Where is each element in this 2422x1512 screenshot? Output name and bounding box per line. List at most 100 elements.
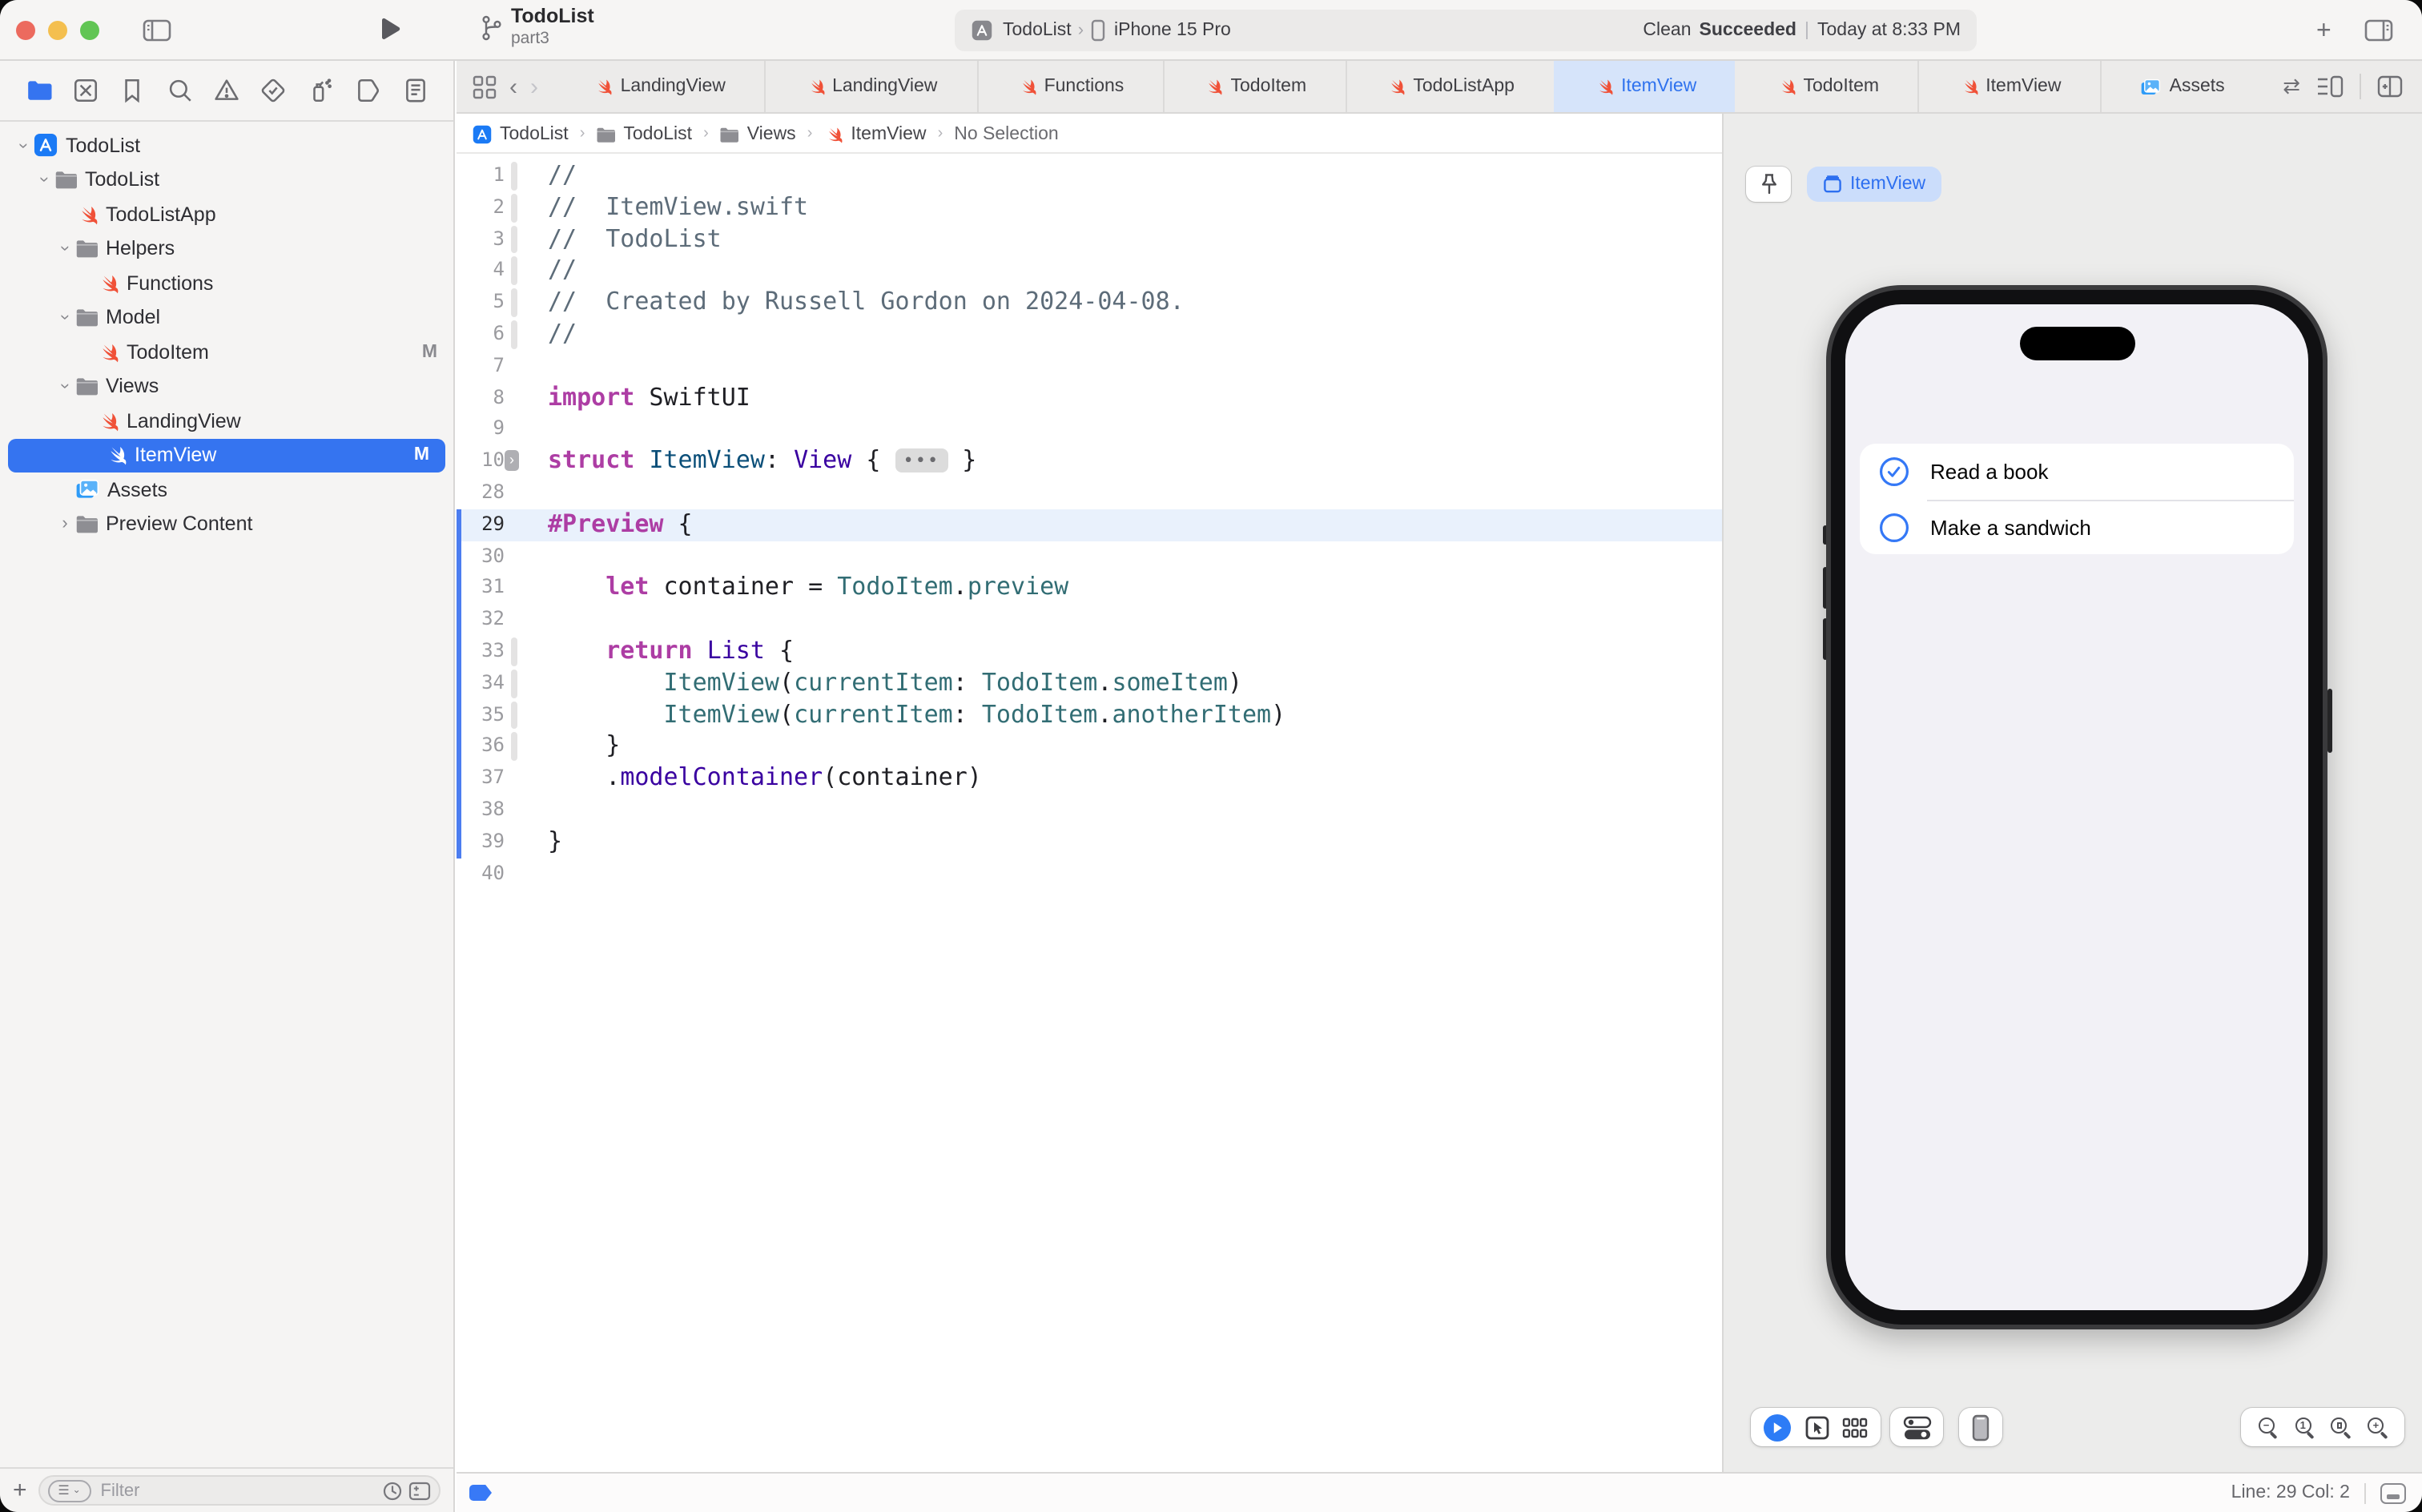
jumpbar-segment-todolist[interactable]: TodoList	[596, 124, 692, 143]
run-button[interactable]	[380, 18, 400, 42]
line-number[interactable]: 6	[457, 319, 505, 351]
sidebar-item-todolistapp[interactable]: TodoListApp	[0, 197, 453, 231]
editor-only-layout-icon[interactable]	[2380, 1482, 2406, 1503]
minimize-window-button[interactable]	[48, 21, 67, 40]
filter-input[interactable]	[97, 1479, 376, 1502]
jumpbar-segment-views[interactable]: Views	[720, 124, 796, 143]
add-file-button[interactable]: +	[13, 1478, 27, 1502]
zoom-window-button[interactable]	[80, 21, 99, 40]
jumpbar-segment-no-selection[interactable]: No Selection	[954, 124, 1058, 143]
scheme-destination[interactable]: iPhone 15 Pro	[1090, 19, 1231, 42]
preview-tab-chip[interactable]: ItemView	[1807, 167, 1942, 202]
go-back-icon[interactable]: ‹	[509, 73, 517, 100]
sidebar-item-landingview[interactable]: LandingView	[0, 404, 453, 438]
line-number[interactable]: 30	[457, 541, 505, 573]
tests-navigator-icon[interactable]	[258, 74, 290, 107]
new-tab-button[interactable]: +	[2316, 18, 2331, 46]
tab-todolistapp[interactable]: TodoListApp	[1345, 61, 1554, 112]
line-number[interactable]: 3	[457, 223, 505, 255]
sidebar-item-assets[interactable]: Assets	[0, 472, 453, 507]
sidebar-item-views[interactable]: › Views	[0, 369, 453, 404]
debug-navigator-icon[interactable]	[305, 74, 337, 107]
tab-landingview[interactable]: LandingView	[554, 61, 765, 112]
disclosure-chevron[interactable]: ›	[54, 515, 75, 534]
scheme-target[interactable]: TodoList	[971, 19, 1072, 42]
code-fold-ellipsis-icon[interactable]: •••	[895, 448, 948, 473]
zoom-100-icon[interactable]: 1	[2295, 1418, 2314, 1439]
tab-todoitem[interactable]: TodoItem	[1736, 61, 1918, 112]
tab-overview-icon[interactable]	[473, 74, 497, 99]
line-number[interactable]: 29	[457, 509, 505, 541]
sidebar-item-todolist[interactable]: › TodoList	[0, 128, 453, 163]
line-number[interactable]: 31	[457, 573, 505, 605]
tab-itemview[interactable]: ItemView	[1553, 61, 1736, 112]
sidebar-item-preview-content[interactable]: › Preview Content	[0, 507, 453, 541]
preview-on-device-button[interactable]	[1959, 1408, 2002, 1446]
unchecked-circle-icon[interactable]	[1879, 513, 1909, 543]
tab-assets[interactable]: Assets	[2100, 61, 2263, 112]
line-number[interactable]: 28	[457, 477, 505, 509]
close-window-button[interactable]	[16, 21, 35, 40]
source-editor[interactable]: 1 // 2 // ItemView.swift 3 // TodoList 4 // 5 // …	[457, 155, 1722, 1472]
scm-filter-icon[interactable]	[408, 1481, 431, 1500]
line-number[interactable]: 8	[457, 382, 505, 414]
find-navigator-icon[interactable]	[163, 74, 195, 107]
line-number[interactable]: 9	[457, 414, 505, 446]
line-number[interactable]: 34	[457, 668, 505, 700]
go-forward-icon[interactable]: ›	[530, 73, 538, 100]
sidebar-item-model[interactable]: › Model	[0, 300, 453, 335]
line-number[interactable]: 36	[457, 731, 505, 763]
live-preview-button[interactable]	[1764, 1413, 1792, 1441]
editor-layout-icon[interactable]	[2316, 75, 2344, 98]
recent-files-icon[interactable]	[383, 1481, 402, 1500]
filter-field[interactable]: ☰ ⌄	[38, 1475, 441, 1506]
project-navigator-icon[interactable]	[22, 74, 54, 107]
disclosure-chevron[interactable]: ›	[55, 376, 74, 397]
filter-options-icon[interactable]: ☰ ⌄	[47, 1479, 91, 1502]
tab-todoitem[interactable]: TodoItem	[1162, 61, 1346, 112]
add-editor-icon[interactable]	[2377, 75, 2403, 98]
activity-status[interactable]: Clean Succeeded | Today at 8:33 PM	[1643, 21, 1961, 40]
sidebar-item-itemview[interactable]: ItemView M	[8, 438, 445, 472]
adjust-editor-options-icon[interactable]: ⇄	[2283, 74, 2300, 99]
checked-circle-icon[interactable]	[1879, 456, 1909, 487]
disclosure-chevron[interactable]: ›	[55, 308, 74, 328]
toggle-navigator-sidebar-icon[interactable]	[143, 19, 171, 42]
jump-bar[interactable]: TodoList › TodoList › Views › ItemView › No Sele…	[457, 115, 1722, 154]
line-number[interactable]: 2	[457, 192, 505, 224]
sidebar-item-todolist[interactable]: › TodoList	[0, 163, 453, 197]
tab-itemview[interactable]: ItemView	[1917, 61, 2100, 112]
line-number[interactable]: 1	[457, 160, 505, 192]
line-number[interactable]: 39	[457, 826, 505, 858]
device-settings-button[interactable]	[1890, 1408, 1943, 1446]
issues-navigator-icon[interactable]	[211, 74, 243, 107]
source-control-navigator-icon[interactable]	[70, 74, 102, 107]
zoom-out-icon[interactable]: −	[2258, 1418, 2278, 1439]
line-number[interactable]: 33	[457, 636, 505, 668]
line-number[interactable]: 10	[457, 445, 505, 477]
line-number[interactable]: 35	[457, 699, 505, 731]
sidebar-item-todoitem[interactable]: TodoItem M	[0, 335, 453, 369]
jumpbar-segment-todolist[interactable]: TodoList	[473, 124, 569, 143]
bookmarks-navigator-icon[interactable]	[117, 74, 149, 107]
disclosure-chevron[interactable]: ›	[55, 239, 74, 259]
pin-preview-button[interactable]	[1746, 167, 1791, 202]
toggle-inspector-sidebar-icon[interactable]	[2364, 19, 2393, 42]
zoom-in-icon[interactable]: +	[2368, 1418, 2388, 1439]
line-number[interactable]: 32	[457, 604, 505, 636]
selectable-mode-button[interactable]	[1804, 1415, 1829, 1439]
sidebar-item-functions[interactable]: Functions	[0, 266, 453, 300]
zoom-fit-icon[interactable]	[2331, 1418, 2351, 1439]
line-number[interactable]: 40	[457, 858, 505, 890]
tab-landingview[interactable]: LandingView	[764, 61, 977, 112]
disclosure-chevron[interactable]: ›	[34, 170, 54, 191]
breakpoints-navigator-icon[interactable]	[352, 74, 384, 107]
reports-navigator-icon[interactable]	[399, 74, 431, 107]
line-number[interactable]: 4	[457, 255, 505, 288]
variants-mode-button[interactable]	[1842, 1417, 1868, 1438]
fold-marker[interactable]: ›	[505, 450, 519, 472]
line-number[interactable]: 7	[457, 351, 505, 383]
line-number[interactable]: 5	[457, 287, 505, 319]
line-number[interactable]: 38	[457, 794, 505, 826]
sidebar-item-helpers[interactable]: › Helpers	[0, 231, 453, 266]
